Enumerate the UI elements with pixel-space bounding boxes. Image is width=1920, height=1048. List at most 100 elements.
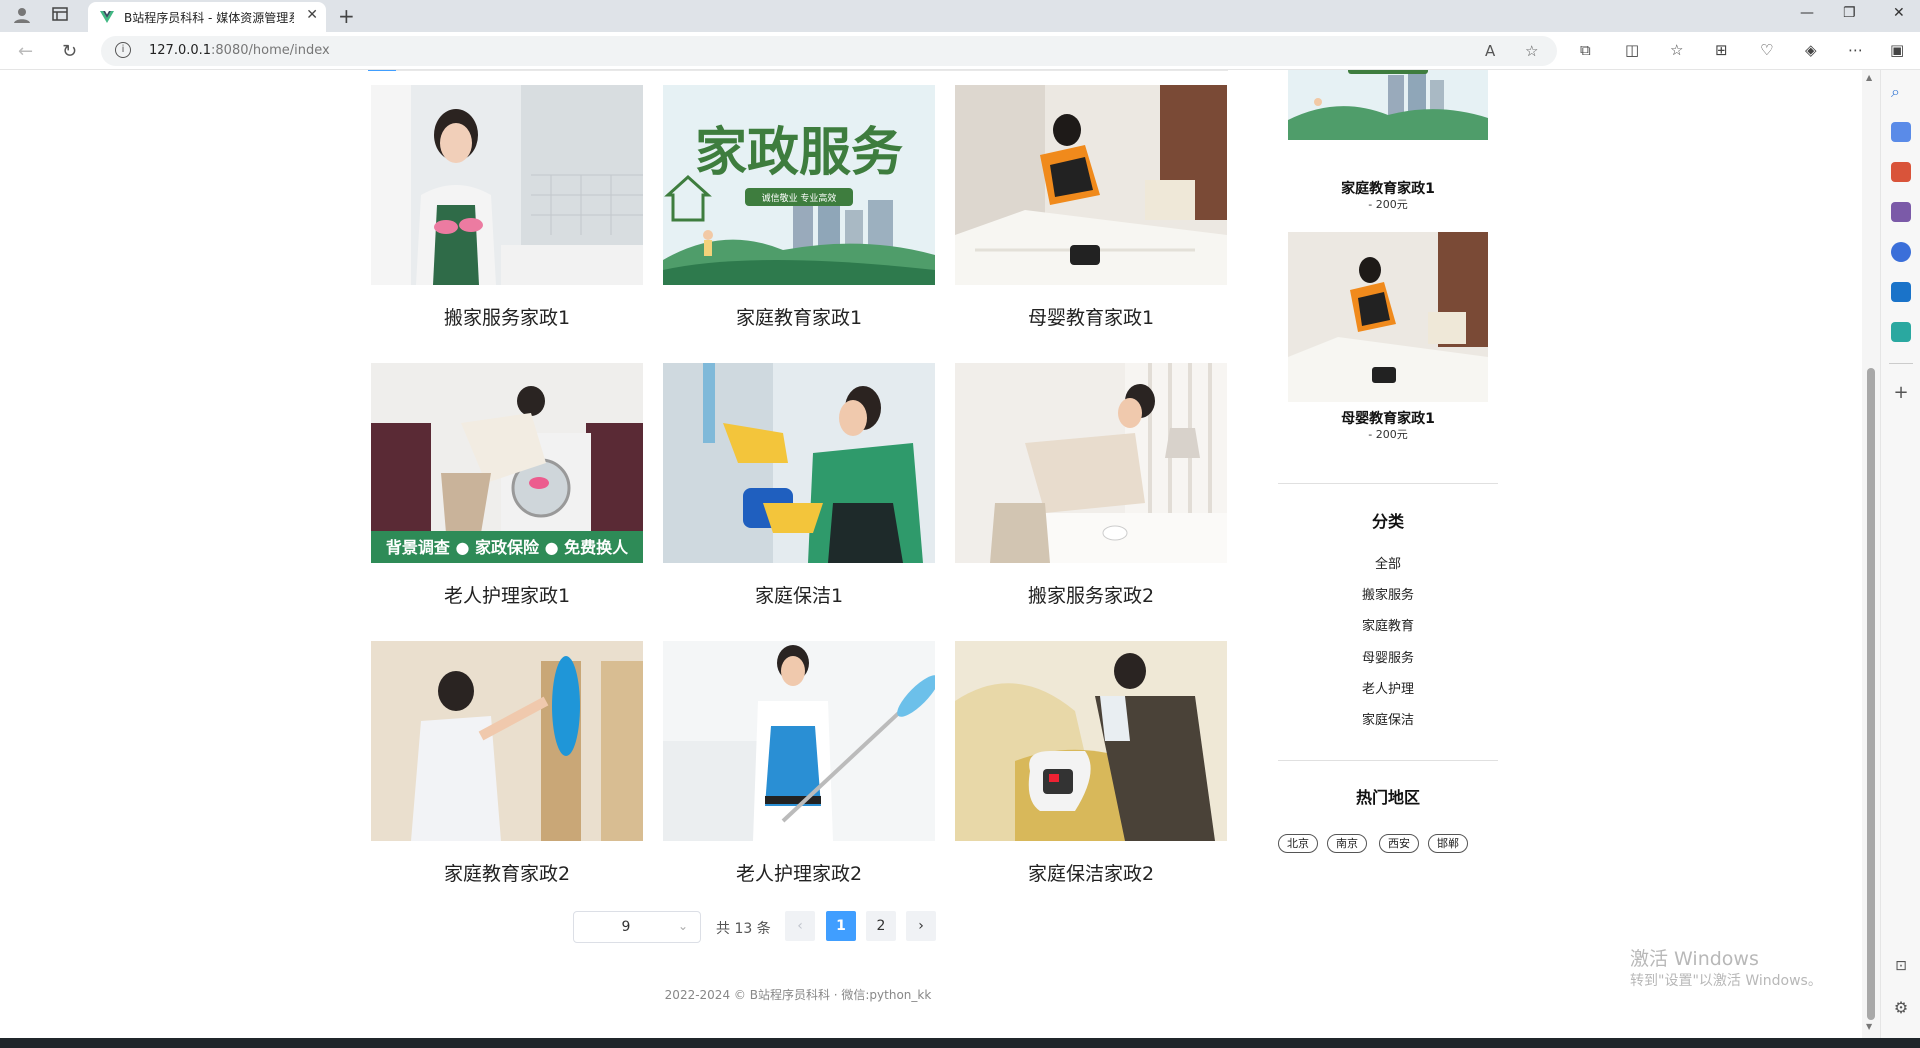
category-item-moving[interactable]: 搬家服务	[1278, 584, 1498, 603]
region-tag[interactable]: 邯郸	[1428, 834, 1468, 853]
favorite-star-icon[interactable]: ☆	[1525, 42, 1538, 60]
region-tag[interactable]: 西安	[1379, 834, 1419, 853]
recommended-title[interactable]: 母婴教育家政1	[1288, 408, 1488, 428]
collections-icon[interactable]: ⊞	[1715, 41, 1728, 59]
favorites-icon[interactable]: ☆	[1670, 41, 1683, 59]
url-input[interactable]: i 127.0.0.1:8080/home/index A ☆	[101, 36, 1557, 66]
card-image-maid-apron-kitchen[interactable]	[371, 85, 643, 285]
outlook-icon[interactable]	[1891, 282, 1911, 302]
url-host: 127.0.0.1	[149, 43, 212, 58]
category-item-education[interactable]: 家庭教育	[1278, 615, 1498, 634]
recommended-image[interactable]: 家政服务	[1288, 70, 1488, 140]
new-tab-icon[interactable]: +	[338, 4, 355, 28]
page-size-select[interactable]: 9 ⌄	[573, 911, 701, 943]
next-page-button[interactable]: ›	[906, 911, 936, 941]
sidebar-toggle-icon[interactable]: ▣	[1890, 41, 1904, 59]
service-card[interactable]: 搬家服务家政1	[371, 85, 643, 355]
os-taskbar	[0, 1038, 1920, 1048]
card-image-worker-making-bed[interactable]	[955, 85, 1227, 285]
service-card[interactable]: 家庭保洁家政2	[955, 641, 1227, 911]
scrollbar-thumb[interactable]	[1867, 368, 1875, 1020]
screenshot-icon[interactable]: ⊡	[1891, 958, 1911, 978]
extensions-icon[interactable]: ⧉	[1580, 41, 1591, 59]
close-tab-icon[interactable]: ✕	[306, 7, 318, 23]
card-title[interactable]: 母婴教育家政1	[955, 303, 1227, 330]
tab-actions-icon[interactable]	[50, 6, 70, 26]
card-title[interactable]: 搬家服务家政2	[955, 581, 1227, 608]
copilot-icon[interactable]: ◈	[1805, 41, 1817, 59]
category-item-elderly-care[interactable]: 老人护理	[1278, 678, 1498, 697]
close-window-icon[interactable]: ✕	[1893, 5, 1905, 21]
tab-title: B站程序员科科 - 媒体资源管理系	[124, 11, 294, 25]
region-tag[interactable]: 北京	[1278, 834, 1318, 853]
card-image-worker-cleaning-window[interactable]	[663, 363, 935, 563]
settings-gear-icon[interactable]: ⚙	[1891, 998, 1911, 1018]
shopping-tag-icon[interactable]	[1891, 122, 1911, 142]
card-title[interactable]: 搬家服务家政1	[371, 303, 643, 330]
region-tag[interactable]: 南京	[1327, 834, 1367, 853]
recommended-price: - 200元	[1368, 198, 1408, 211]
category-item-maternity[interactable]: 母婴服务	[1278, 647, 1498, 666]
read-aloud-icon[interactable]: A	[1485, 42, 1495, 60]
card-image-home-service-banner[interactable]: 家政服务 诚信敬业 专业高效	[663, 85, 935, 285]
refresh-icon[interactable]: ↻	[62, 41, 77, 62]
service-card[interactable]: 家政服务 诚信敬业 专业高效 家庭教育家政1	[663, 85, 935, 355]
activation-watermark-hint: 转到"设置"以激活 Windows。	[1630, 973, 1822, 989]
add-icon[interactable]: +	[1891, 382, 1911, 403]
send-icon[interactable]	[1891, 322, 1911, 342]
split-screen-icon[interactable]: ◫	[1625, 41, 1639, 59]
card-title[interactable]: 老人护理家政1	[371, 581, 643, 608]
page-button-2[interactable]: 2	[866, 911, 896, 941]
card-image-worker-vacuum-sofa[interactable]	[955, 641, 1227, 841]
active-tab-indicator	[368, 70, 396, 71]
url-path: :8080/home/index	[211, 43, 330, 58]
tools-icon[interactable]	[1891, 162, 1911, 182]
card-image-caption: 背景调查 ● 家政保险 ● 免费换人	[386, 538, 629, 557]
card-title[interactable]: 家庭教育家政2	[371, 859, 643, 886]
card-image-worker-smoothing-sheet[interactable]	[955, 363, 1227, 563]
banner-slogan: 诚信敬业 专业高效	[762, 192, 837, 204]
restore-icon[interactable]: ❐	[1843, 5, 1856, 21]
search-icon[interactable]: ⌕	[1891, 82, 1911, 102]
sidebar-divider	[1278, 483, 1498, 484]
total-count: 共 13 条	[716, 921, 771, 937]
chevron-down-icon: ⌄	[677, 919, 688, 933]
recommended-image[interactable]	[1288, 232, 1488, 402]
vue-logo-icon	[100, 11, 114, 23]
minimize-icon[interactable]: —	[1800, 5, 1814, 21]
page-scrollbar[interactable]: ▲ ▼	[1862, 70, 1880, 1038]
card-title[interactable]: 家庭保洁家政2	[955, 859, 1227, 886]
more-menu-icon[interactable]: ⋯	[1848, 41, 1863, 59]
scroll-down-icon[interactable]: ▼	[1866, 1022, 1872, 1031]
prev-page-button[interactable]: ‹	[785, 911, 815, 941]
card-title[interactable]: 家庭保洁1	[663, 581, 935, 608]
service-card[interactable]: 搬家服务家政2	[955, 363, 1227, 633]
card-image-worker-blue-apron[interactable]	[663, 641, 935, 841]
active-tab[interactable]: B站程序员科科 - 媒体资源管理系 ✕	[88, 2, 326, 32]
recommended-title[interactable]: 家庭教育家政1	[1288, 178, 1488, 198]
service-card[interactable]: 家庭保洁1	[663, 363, 935, 633]
category-item-all[interactable]: 全部	[1278, 553, 1498, 572]
back-icon[interactable]: ←	[18, 41, 33, 62]
service-card[interactable]: 家庭教育家政2	[371, 641, 643, 911]
microsoft365-icon[interactable]	[1891, 242, 1911, 262]
service-card[interactable]: 母婴教育家政1	[955, 85, 1227, 355]
service-card[interactable]: 背景调查 ● 家政保险 ● 免费换人 老人护理家政1	[371, 363, 643, 633]
category-item-cleaning[interactable]: 家庭保洁	[1278, 709, 1498, 728]
card-image-worker-washing-machine[interactable]: 背景调查 ● 家政保险 ● 免费换人	[371, 363, 643, 563]
category-title: 分类	[1371, 512, 1404, 531]
service-card[interactable]: 老人护理家政2	[663, 641, 935, 911]
page-button-1[interactable]: 1	[826, 911, 856, 941]
card-title[interactable]: 家庭教育家政1	[663, 303, 935, 330]
side-panel-divider	[1889, 363, 1913, 364]
browser-tab-bar: B站程序员科科 - 媒体资源管理系 ✕ + — ❐ ✕	[0, 0, 1920, 32]
card-title[interactable]: 老人护理家政2	[663, 859, 935, 886]
browser-essentials-icon[interactable]: ♡	[1760, 41, 1773, 59]
tab-underline	[368, 70, 1228, 71]
site-info-icon[interactable]: i	[115, 42, 131, 58]
games-icon[interactable]	[1891, 202, 1911, 222]
scroll-up-icon[interactable]: ▲	[1866, 73, 1872, 82]
card-image-worker-dusting-shelf[interactable]	[371, 641, 643, 841]
page-size-value: 9	[621, 919, 631, 935]
profile-icon[interactable]	[12, 6, 32, 26]
